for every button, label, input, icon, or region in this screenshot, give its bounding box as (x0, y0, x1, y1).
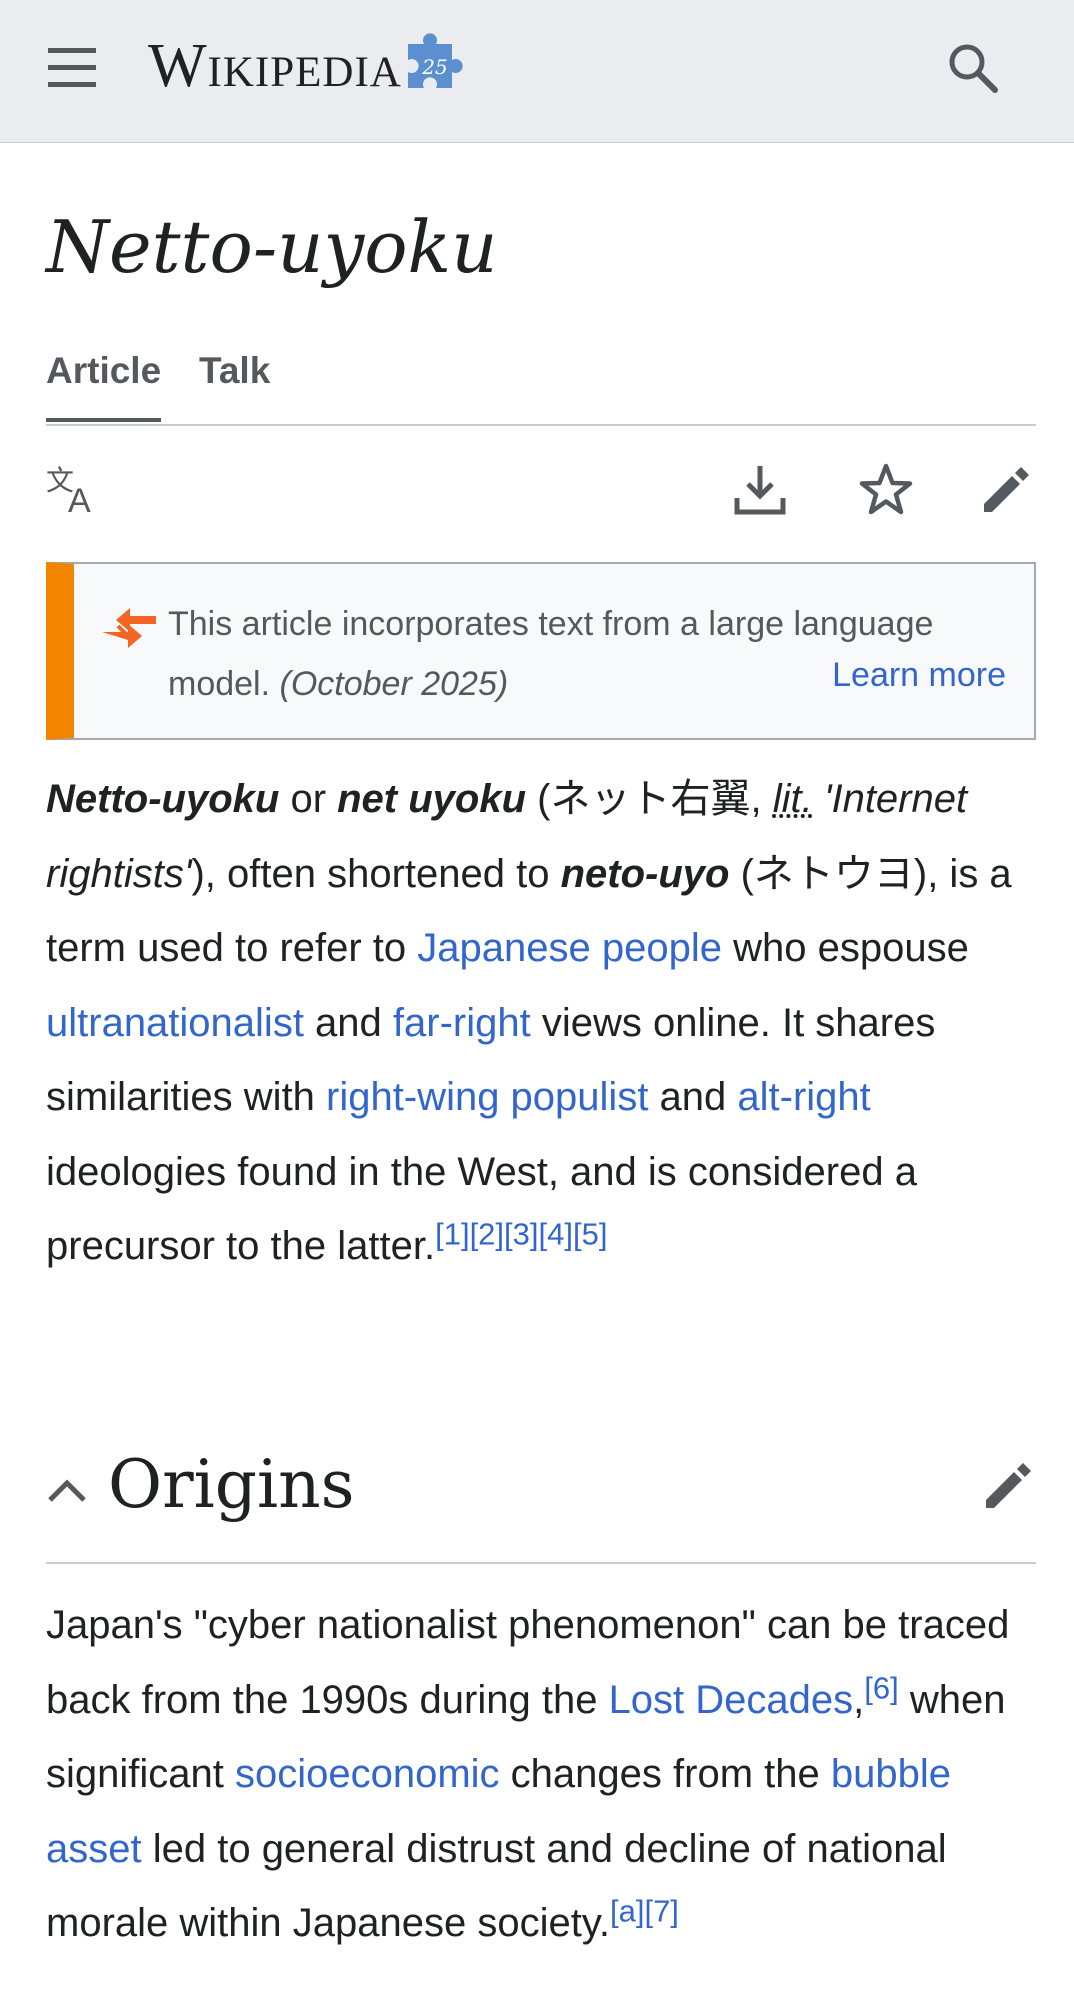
text-span: led to general distrust and decline of n… (46, 1826, 947, 1946)
ref-1[interactable]: [1] (435, 1217, 469, 1252)
puzzle-icon: 25 (407, 33, 463, 88)
link-japanese-people[interactable]: Japanese people (417, 926, 722, 970)
text-span: ), often shortened to (191, 851, 561, 896)
references: [a][7] (610, 1894, 679, 1929)
notice-text: This article incorporates text from a la… (168, 594, 1008, 714)
llm-notice-icon (102, 608, 156, 648)
term-netto-uyoku: Netto-uyoku (46, 777, 280, 821)
text-span: changes from the (499, 1752, 831, 1796)
ref-2[interactable]: [2] (470, 1217, 504, 1252)
download-icon[interactable] (732, 462, 788, 518)
text-span: or (279, 777, 338, 821)
link-lost-decades[interactable]: Lost Decades (609, 1678, 854, 1722)
ref-a[interactable]: [a] (610, 1894, 644, 1929)
chevron-up-icon[interactable] (46, 1470, 88, 1512)
puzzle-number: 25 (421, 55, 447, 79)
logo-wordmark: Wikipedia (148, 31, 402, 100)
text-span: , (853, 1677, 865, 1722)
llm-notice: This article incorporates text from a la… (46, 562, 1036, 740)
references: [1][2][3][4][5] (435, 1217, 607, 1252)
star-icon[interactable] (858, 462, 914, 518)
origins-paragraph: Japan's "cyber nationalist phenomenon" c… (46, 1588, 1041, 1961)
japanese-text: (ネット右翼, (526, 777, 773, 821)
page-tabs: Article Talk (46, 350, 1036, 426)
term-net-uyoku: net uyoku (337, 777, 527, 821)
link-far-right[interactable]: far-right (393, 1001, 531, 1045)
ref-6[interactable]: [6] (864, 1670, 898, 1705)
ref-7[interactable]: [7] (644, 1894, 678, 1929)
literally-abbreviation[interactable]: lit. (773, 777, 813, 821)
header-bar: Wikipedia 25 (0, 0, 1074, 143)
link-ultranationalist[interactable]: ultranationalist (46, 1001, 304, 1045)
link-right-wing-populist[interactable]: right-wing populist (326, 1075, 648, 1119)
ref-4[interactable]: [4] (539, 1217, 573, 1252)
page-title: Netto-uyoku (46, 205, 498, 289)
page-actions-toolbar: 文 A (46, 462, 1036, 524)
intro-paragraph: Netto-uyoku or net uyoku (ネット右翼, lit. 'I… (46, 762, 1041, 1284)
link-socioeconomic[interactable]: socioeconomic (235, 1752, 500, 1796)
wikipedia-logo[interactable]: Wikipedia 25 (148, 26, 470, 106)
text-span: and (303, 1000, 393, 1045)
ref-5[interactable]: [5] (573, 1217, 607, 1252)
link-alt-right[interactable]: alt-right (737, 1075, 870, 1119)
text-span: and (648, 1075, 738, 1119)
text-span: who espouse (722, 926, 969, 970)
edit-icon[interactable] (978, 462, 1034, 518)
language-icon[interactable]: 文 A (46, 462, 102, 518)
svg-text:A: A (68, 482, 91, 518)
tab-article[interactable]: Article (46, 350, 162, 422)
term-neto-uyo: neto-uyo (560, 851, 730, 896)
menu-icon[interactable] (46, 46, 98, 90)
tab-talk[interactable]: Talk (199, 350, 270, 418)
notice-date: (October 2025) (279, 665, 509, 703)
section-header-origins: Origins (46, 1432, 1036, 1564)
ref-3[interactable]: [3] (504, 1217, 538, 1252)
section-title: Origins (108, 1446, 355, 1523)
learn-more-link[interactable]: Learn more (832, 656, 1006, 695)
search-icon[interactable] (945, 40, 1001, 96)
edit-icon[interactable] (980, 1458, 1036, 1514)
references: [6] (864, 1670, 898, 1705)
